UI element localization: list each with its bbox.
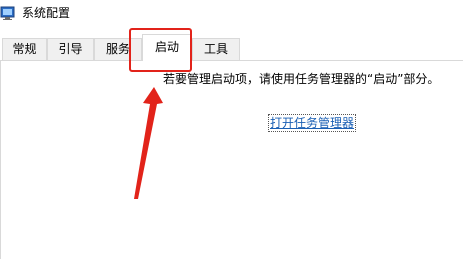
annotation-arrow-shape xyxy=(134,87,163,199)
annotation-arrow xyxy=(134,87,163,199)
